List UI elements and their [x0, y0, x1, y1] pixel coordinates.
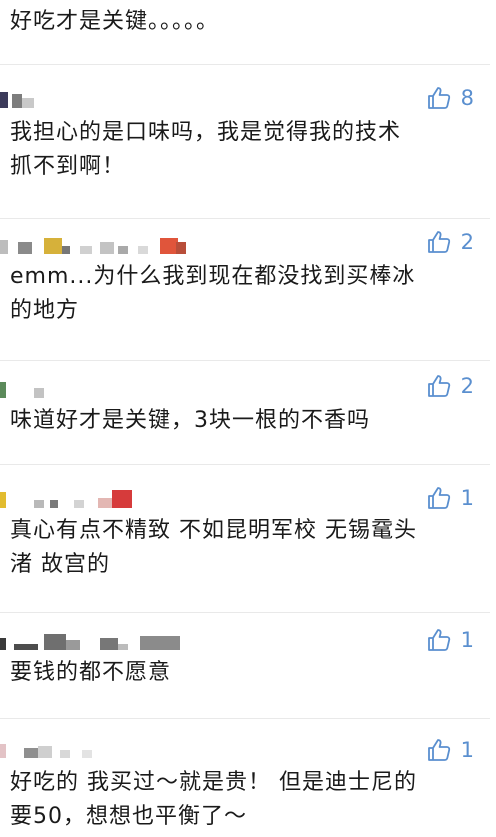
comment-text: emm...为什么我到现在都没找到买棒冰 的地方: [10, 260, 480, 328]
scrollbar[interactable]: [490, 0, 496, 837]
like-count: 1: [460, 486, 474, 510]
like-button[interactable]: 1: [427, 736, 474, 764]
comment-text-line: 要50，想想也平衡了～: [10, 804, 247, 829]
blurred-username: [0, 90, 60, 112]
like-button[interactable]: 1: [427, 484, 474, 512]
comment-text-line: 味道好才是关键，3块一根的不香吗: [10, 408, 370, 433]
comment-text: 要钱的都不愿意: [10, 656, 480, 690]
comment-text-line: 渚 故宫的: [10, 552, 110, 577]
like-count: 2: [460, 374, 474, 398]
comment-text-line: 抓不到啊！: [10, 154, 126, 179]
divider: [0, 464, 496, 465]
blurred-username: [0, 632, 190, 654]
comment-text-line: 好吃的 我买过～就是贵！ 但是迪士尼的: [10, 770, 417, 795]
thumbs-up-icon: [427, 87, 450, 109]
comment-text-line: emm...为什么我到现在都没找到买棒冰: [10, 264, 416, 289]
blurred-username: [0, 490, 140, 512]
like-count: 2: [460, 230, 474, 254]
divider: [0, 718, 496, 719]
like-button[interactable]: 1: [427, 626, 474, 654]
comment-text-line: 我担心的是口味吗，我是觉得我的技术: [10, 120, 402, 145]
blurred-username: [0, 380, 60, 402]
comment-text-line: 真心有点不精致 不如昆明军校 无锡鼋头: [10, 518, 417, 543]
comment-text: 真心有点不精致 不如昆明军校 无锡鼋头 渚 故宫的: [10, 514, 480, 582]
comment-text-line: 要钱的都不愿意: [10, 660, 172, 685]
like-count: 1: [460, 628, 474, 652]
divider: [0, 218, 496, 219]
like-button[interactable]: 2: [427, 372, 474, 400]
blurred-username: [0, 740, 100, 762]
thumbs-up-icon: [427, 739, 450, 761]
thumbs-up-icon: [427, 231, 450, 253]
comment-text: 味道好才是关键，3块一根的不香吗: [10, 404, 480, 438]
thumbs-up-icon: [427, 487, 450, 509]
divider: [0, 612, 496, 613]
comment-text: 我担心的是口味吗，我是觉得我的技术 抓不到啊！: [10, 116, 480, 184]
comment-text: 好吃才是关键。。。。。: [10, 9, 220, 34]
comment-text: 好吃的 我买过～就是贵！ 但是迪士尼的 要50，想想也平衡了～: [10, 766, 480, 834]
divider: [0, 64, 496, 65]
comments-screen: 好吃才是关键。。。。。 8 我担心的是口味吗，我是觉得我的技术 抓不到啊！ 2 …: [0, 0, 496, 837]
thumbs-up-icon: [427, 375, 450, 397]
thumbs-up-icon: [427, 629, 450, 651]
blurred-username: [0, 236, 200, 258]
comment-text-line: 的地方: [10, 298, 80, 323]
like-button[interactable]: 2: [427, 228, 474, 256]
divider: [0, 360, 496, 361]
like-button[interactable]: 8: [427, 84, 474, 112]
like-count: 1: [460, 738, 474, 762]
like-count: 8: [460, 86, 474, 110]
